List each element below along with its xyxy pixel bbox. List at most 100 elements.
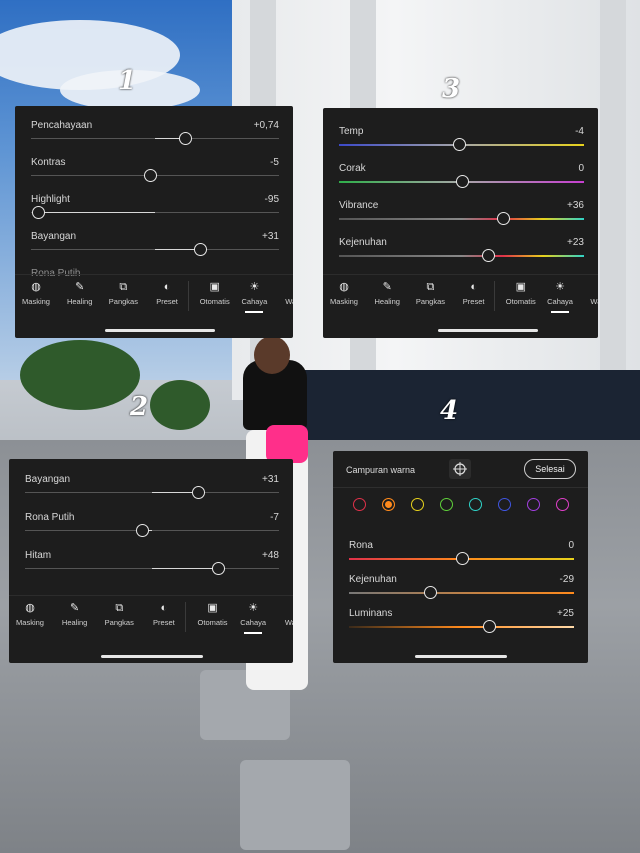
- color-icon: 🌡: [289, 281, 293, 293]
- slider-knob[interactable]: [32, 206, 46, 219]
- slider-value: -5: [270, 157, 279, 168]
- slider-label: Bayangan: [31, 231, 77, 242]
- tool-cahaya[interactable]: ☀ Cahaya: [539, 281, 581, 313]
- tool-healing[interactable]: ✎ Healing: [366, 281, 408, 306]
- slider-knob[interactable]: [497, 212, 511, 225]
- tool-otomatis[interactable]: ▣ Otomatis: [194, 281, 236, 306]
- tool-pangkas[interactable]: ⧉ Pangkas: [102, 281, 144, 306]
- tool-label: Otomatis: [199, 297, 230, 306]
- tool-preset[interactable]: ◐ Preset: [146, 281, 188, 306]
- color-swatch-button[interactable]: [527, 498, 540, 511]
- tool-label: Cahaya: [240, 618, 267, 627]
- color-mix-title: Campuran warna: [346, 465, 416, 475]
- slider-knob[interactable]: [482, 620, 496, 633]
- slider-value: +31: [262, 231, 279, 242]
- tool-preset[interactable]: ◐ Preset: [143, 602, 185, 627]
- slider-label: Pencahayaan: [31, 120, 93, 131]
- preset-icon: ◐: [160, 602, 168, 614]
- slider-label: Rona: [349, 540, 373, 551]
- slider-knob[interactable]: [424, 586, 437, 599]
- tool-pangkas[interactable]: ⧉ Pangkas: [409, 281, 451, 306]
- slider-row: Kejenuhan -29: [349, 574, 574, 610]
- slider-row: Pencahayaan +0,74: [31, 120, 279, 156]
- tactile-paving: [240, 760, 350, 850]
- done-button[interactable]: Selesai: [524, 459, 576, 479]
- color-swatch-button[interactable]: [440, 498, 453, 511]
- color-swatch-button[interactable]: [469, 498, 482, 511]
- slider-row: Highlight -95: [31, 194, 279, 230]
- slider-fill: [38, 212, 155, 213]
- tool-label: Pangkas: [108, 297, 138, 306]
- color-mix-panel-4: Campuran warna Selesai Rona 0 Kejenuhan -29…: [333, 451, 588, 663]
- slider-row: Luminans +25: [349, 608, 574, 644]
- color-mix-header: Campuran warna Selesai: [333, 451, 588, 488]
- slider-track[interactable]: [349, 626, 574, 628]
- slider-value: +0,74: [253, 120, 279, 131]
- slider-knob[interactable]: [144, 169, 158, 182]
- light-icon: ☀: [248, 602, 259, 614]
- active-underline: [245, 311, 264, 313]
- toolbar-separator: [185, 602, 187, 632]
- tool-cahaya[interactable]: ☀ Cahaya: [232, 602, 274, 634]
- auto-icon: ▣: [209, 281, 220, 293]
- tool-masking[interactable]: ◍ Masking: [323, 281, 365, 306]
- tool-label: Preset: [462, 297, 485, 306]
- auto-icon: ▣: [515, 281, 526, 293]
- tool-warna[interactable]: 🌡 Warna: [275, 602, 293, 627]
- target-adjust-button[interactable]: [449, 459, 471, 479]
- slider-row: Hitam +48: [25, 550, 279, 586]
- slider-knob[interactable]: [178, 132, 192, 145]
- slider-value: +48: [262, 550, 279, 561]
- slider-track[interactable]: [349, 592, 574, 594]
- tool-pangkas[interactable]: ⧉ Pangkas: [98, 602, 140, 627]
- tool-otomatis[interactable]: ▣ Otomatis: [192, 602, 234, 627]
- color-swatch-button[interactable]: [353, 498, 366, 511]
- tool-preset[interactable]: ◐ Preset: [453, 281, 495, 306]
- tool-label: Cahaya: [241, 297, 268, 306]
- color-swatch-button[interactable]: [498, 498, 511, 511]
- slider-knob[interactable]: [212, 562, 226, 575]
- slider-value: 0: [568, 540, 574, 551]
- slider-track[interactable]: [339, 218, 584, 220]
- color-swatches: [353, 498, 573, 512]
- color-swatch-button[interactable]: [382, 498, 395, 511]
- tool-cahaya[interactable]: ☀ Cahaya: [233, 281, 275, 313]
- slider-label: Corak: [339, 163, 366, 174]
- crop-icon: ⧉: [115, 602, 124, 614]
- home-indicator: [415, 655, 507, 658]
- slider-knob[interactable]: [453, 138, 467, 151]
- toolbar-separator: [187, 281, 189, 311]
- slider-label: Rona Putih: [25, 512, 75, 523]
- masking-icon: ◍: [31, 281, 41, 293]
- slider-knob[interactable]: [455, 175, 469, 188]
- slider-knob[interactable]: [193, 243, 207, 256]
- tool-healing[interactable]: ✎ Healing: [59, 281, 101, 306]
- color-icon: 🌡: [594, 281, 598, 293]
- slider-label: Luminans: [349, 608, 393, 619]
- tool-otomatis[interactable]: ▣ Otomatis: [500, 281, 542, 306]
- step-number-4: 4: [440, 396, 459, 426]
- slider-label: Highlight: [31, 194, 70, 205]
- tool-healing[interactable]: ✎ Healing: [54, 602, 96, 627]
- tool-warna[interactable]: 🌡 Warna: [275, 281, 293, 306]
- tool-label: Otomatis: [197, 618, 228, 627]
- tool-masking[interactable]: ◍ Masking: [9, 602, 51, 627]
- person-head: [254, 336, 290, 374]
- pink-bag: [266, 425, 308, 463]
- slider-knob[interactable]: [455, 552, 469, 565]
- tool-warna[interactable]: 🌡 Warna: [580, 281, 598, 306]
- slider-track[interactable]: [25, 530, 279, 531]
- slider-fill: [155, 249, 200, 250]
- slider-knob[interactable]: [191, 486, 205, 499]
- active-underline: [244, 632, 263, 634]
- slider-label: Bayangan: [25, 474, 71, 485]
- slider-value: +36: [567, 200, 584, 211]
- color-swatch-button[interactable]: [556, 498, 569, 511]
- tool-masking[interactable]: ◍ Masking: [15, 281, 57, 306]
- slider-knob[interactable]: [482, 249, 496, 262]
- toolbar-separator: [493, 281, 495, 311]
- color-swatch-button[interactable]: [411, 498, 424, 511]
- slider-knob[interactable]: [135, 524, 149, 537]
- tool-label: Warna: [590, 297, 598, 306]
- slider-track[interactable]: [339, 255, 584, 257]
